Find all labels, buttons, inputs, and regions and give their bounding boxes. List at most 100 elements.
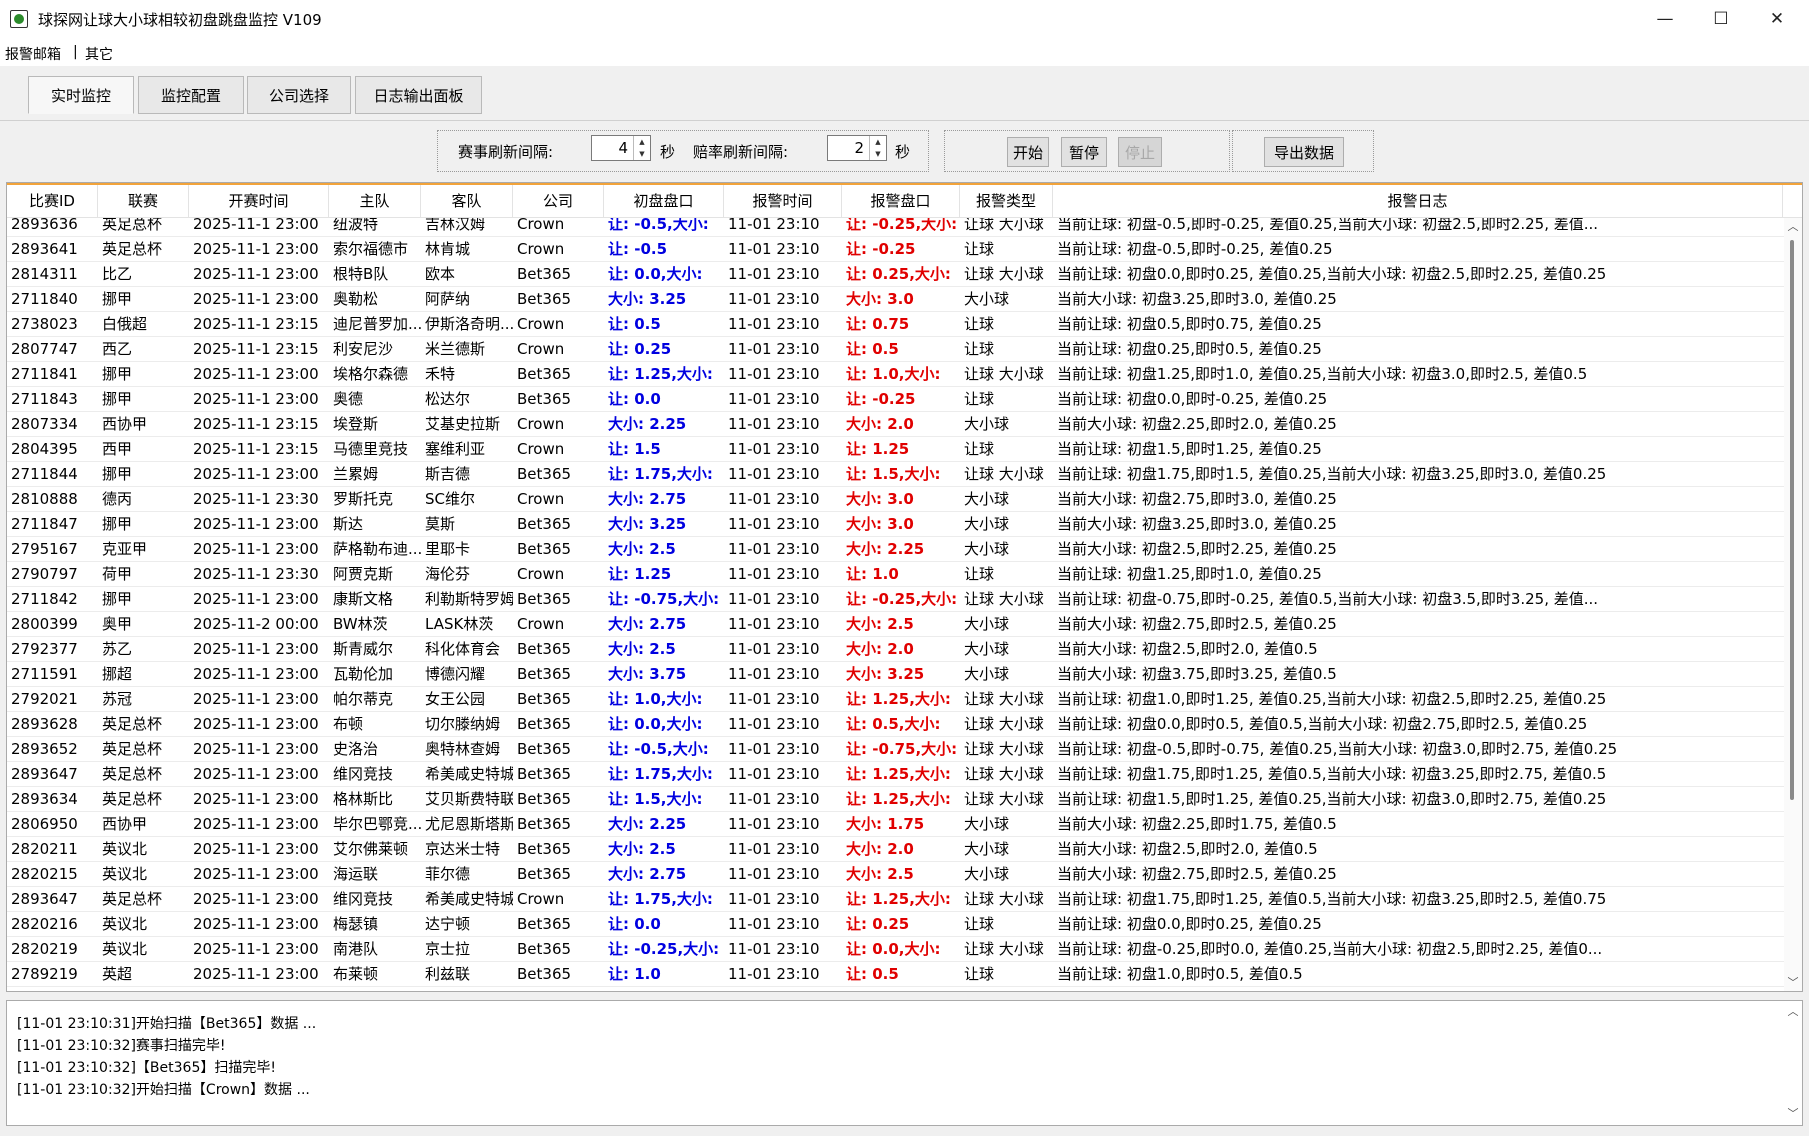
spin-up-icon[interactable]: ▲ [869, 136, 886, 148]
alarm-grid[interactable]: 比赛ID 联赛 开赛时间 主队 客队 公司 初盘盘口 报警时间 报警盘口 报警类型 报警日志 289… [6, 182, 1803, 992]
odds-refresh-spinner[interactable]: 2 ▲ ▼ [827, 135, 887, 161]
cell-home-team: 南港队 [333, 940, 379, 958]
table-row[interactable]: 2792021 苏冠 2025-11-1 23:00 帕尔蒂克 女王公园 Bet365 让:… [7, 687, 1784, 712]
column-header-match-id[interactable]: 比赛ID [7, 185, 98, 217]
table-row[interactable]: 2893641 英足总杯 2025-11-1 23:00 索尔福德市 林肯城 Crown 让… [7, 237, 1784, 262]
cell-league: 挪甲 [102, 590, 133, 608]
cell-match-id: 2711843 [11, 390, 78, 408]
pause-button[interactable]: 暂停 [1061, 137, 1107, 167]
tab-realtime-monitor[interactable]: 实时监控 [28, 76, 134, 114]
cell-alarm-odds: 让: 1.25 [846, 440, 910, 458]
table-row[interactable]: 2893647 英足总杯 2025-11-1 23:00 维冈竞技 希美咸史特城 Bet3… [7, 762, 1784, 787]
odds-refresh-label: 赔率刷新间隔: [693, 143, 789, 161]
cell-initial-odds: 让: 1.0,大小: [608, 690, 703, 708]
cell-alarm-log: 当前让球: 初盘0.25,即时0.5, 差值0.25 [1057, 340, 1322, 358]
cell-company: Crown [517, 490, 565, 508]
menu-alarm-email[interactable]: 报警邮箱 [5, 44, 61, 64]
table-row[interactable]: 2807334 西协甲 2025-11-1 23:15 埃登斯 艾基史拉斯 Crown 大小… [7, 412, 1784, 437]
menu-other[interactable]: 其它 [85, 44, 113, 64]
cell-company: Crown [517, 240, 565, 258]
cell-alarm-type: 大小球 [964, 665, 1010, 683]
cell-alarm-log: 当前让球: 初盘1.75,即时1.5, 差值0.25,当前大小球: 初盘3.25… [1057, 465, 1607, 483]
cell-start-time: 2025-11-1 23:00 [193, 540, 319, 558]
spin-up-icon[interactable]: ▲ [633, 136, 650, 148]
chevron-up-icon[interactable]: ︿ [1784, 1003, 1802, 1021]
column-header-alarm-odds[interactable]: 报警盘口 [842, 185, 960, 217]
column-header-alarm-log[interactable]: 报警日志 [1053, 185, 1783, 217]
table-row[interactable]: 2789219 英超 2025-11-1 23:00 布莱顿 利兹联 Bet365 让: 1… [7, 962, 1784, 987]
column-header-home-team[interactable]: 主队 [329, 185, 421, 217]
cell-company: Crown [517, 218, 565, 233]
cell-alarm-log: 当前让球: 初盘1.25,即时1.0, 差值0.25,当前大小球: 初盘3.0,… [1057, 365, 1588, 383]
cell-alarm-log: 当前大小球: 初盘2.75,即时2.5, 差值0.25 [1057, 865, 1337, 883]
cell-initial-odds: 让: 0.0,大小: [608, 715, 703, 733]
tab-monitor-config[interactable]: 监控配置 [138, 76, 244, 114]
table-row[interactable]: 2790797 荷甲 2025-11-1 23:30 阿贾克斯 海伦芬 Crown 让: 1… [7, 562, 1784, 587]
tab-log-panel[interactable]: 日志输出面板 [355, 76, 482, 114]
column-header-company[interactable]: 公司 [513, 185, 604, 217]
chevron-down-icon[interactable]: ﹀ [1784, 1105, 1802, 1123]
log-scrollbar[interactable]: ︿ ﹀ [1784, 1001, 1802, 1125]
maximize-button[interactable]: ☐ [1693, 0, 1749, 38]
cell-league: 西乙 [102, 340, 133, 358]
column-header-league[interactable]: 联赛 [98, 185, 189, 217]
table-row[interactable]: 2804395 西甲 2025-11-1 23:15 马德里竞技 塞维利亚 Crown 让:… [7, 437, 1784, 462]
table-row[interactable]: 2820215 英议北 2025-11-1 23:00 海运联 菲尔德 Bet365 大小:… [7, 862, 1784, 887]
chevron-up-icon[interactable]: ︿ [1784, 218, 1802, 236]
minimize-button[interactable]: — [1637, 0, 1693, 38]
table-row[interactable]: 2893634 英足总杯 2025-11-1 23:00 格林斯比 艾贝斯费特联 Bet3… [7, 787, 1784, 812]
log-panel[interactable]: [11-01 23:10:31]开始扫描【Bet365】数据 ... [11-0… [6, 1000, 1803, 1126]
grid-body[interactable]: 2893636 英足总杯 2025-11-1 23:00 纽波特 吉林汉姆 Crown 让:… [7, 218, 1784, 991]
table-row[interactable]: 2711841 挪甲 2025-11-1 23:00 埃格尔森德 禾特 Bet365 让: … [7, 362, 1784, 387]
table-row[interactable]: 2795167 克亚甲 2025-11-1 23:00 萨格勒布迪... 里耶卡 Bet3… [7, 537, 1784, 562]
column-header-alarm-time[interactable]: 报警时间 [724, 185, 842, 217]
cell-away-team: 莫斯 [425, 515, 456, 533]
table-row[interactable]: 2893652 英足总杯 2025-11-1 23:00 史洛治 奥特林查姆 Bet365… [7, 737, 1784, 762]
table-row[interactable]: 2820211 英议北 2025-11-1 23:00 艾尔佛莱顿 京达米士特 Bet36… [7, 837, 1784, 862]
table-row[interactable]: 2711847 挪甲 2025-11-1 23:00 斯达 莫斯 Bet365 大小: 3.… [7, 512, 1784, 537]
table-row[interactable]: 2893647 英足总杯 2025-11-1 23:00 维冈竞技 希美咸史特城 Crow… [7, 887, 1784, 912]
cell-home-team: 索尔福德市 [333, 240, 409, 258]
cell-league: 挪甲 [102, 390, 133, 408]
table-row[interactable]: 2814311 比乙 2025-11-1 23:00 根特B队 欧本 Bet365 让: 0… [7, 262, 1784, 287]
stop-button[interactable]: 停止 [1118, 137, 1162, 167]
grid-scrollbar[interactable]: ︿ ﹀ [1784, 218, 1802, 991]
cell-alarm-type: 让球 [964, 440, 995, 458]
cell-alarm-odds: 让: 0.5 [846, 340, 899, 358]
scroll-thumb[interactable] [1790, 240, 1794, 800]
table-row[interactable]: 2800399 奥甲 2025-11-2 00:00 BW林茨 LASK林茨 Crown 大… [7, 612, 1784, 637]
start-button[interactable]: 开始 [1007, 137, 1049, 167]
table-row[interactable]: 2893636 英足总杯 2025-11-1 23:00 纽波特 吉林汉姆 Crown 让:… [7, 218, 1784, 237]
chevron-down-icon[interactable]: ﹀ [1784, 974, 1802, 991]
cell-start-time: 2025-11-1 23:15 [193, 440, 319, 458]
cell-company: Bet365 [517, 265, 572, 283]
column-header-initial-odds[interactable]: 初盘盘口 [604, 185, 724, 217]
cell-match-id: 2893634 [11, 790, 78, 808]
cell-alarm-time: 11-01 23:10 [728, 665, 820, 683]
column-header-alarm-type[interactable]: 报警类型 [960, 185, 1053, 217]
column-header-start-time[interactable]: 开赛时间 [189, 185, 329, 217]
column-header-away-team[interactable]: 客队 [421, 185, 513, 217]
table-row[interactable]: 2711591 挪超 2025-11-1 23:00 瓦勒伦加 博德闪耀 Bet365 大小… [7, 662, 1784, 687]
close-button[interactable]: ✕ [1749, 0, 1805, 38]
table-row[interactable]: 2711842 挪甲 2025-11-1 23:00 康斯文格 利勒斯特罗姆 Bet365… [7, 587, 1784, 612]
table-row[interactable]: 2806950 西协甲 2025-11-1 23:00 毕尔巴鄂竞... 尤尼恩斯塔斯 B… [7, 812, 1784, 837]
table-row[interactable]: 2738023 白俄超 2025-11-1 23:15 迪尼普罗加... 伊斯洛奇明..… [7, 312, 1784, 337]
table-row[interactable]: 2810888 德丙 2025-11-1 23:30 罗斯托克 SC维尔 Crown 大小:… [7, 487, 1784, 512]
tab-company-select[interactable]: 公司选择 [247, 76, 351, 114]
spin-down-icon[interactable]: ▼ [633, 148, 650, 160]
table-row[interactable]: 2711844 挪甲 2025-11-1 23:00 兰累姆 斯吉德 Bet365 让: 1… [7, 462, 1784, 487]
table-row[interactable]: 2807747 西乙 2025-11-1 23:15 利安尼沙 米兰德斯 Crown 让: … [7, 337, 1784, 362]
table-row[interactable]: 2820216 英议北 2025-11-1 23:00 梅瑟镇 达宁顿 Bet365 让: … [7, 912, 1784, 937]
cell-match-id: 2800399 [11, 615, 78, 633]
table-row[interactable]: 2711843 挪甲 2025-11-1 23:00 奥德 松达尔 Bet365 让: 0.… [7, 387, 1784, 412]
spin-down-icon[interactable]: ▼ [869, 148, 886, 160]
table-row[interactable]: 2820219 英议北 2025-11-1 23:00 南港队 京士拉 Bet365 让: … [7, 937, 1784, 962]
table-row[interactable]: 2792377 苏乙 2025-11-1 23:00 斯青威尔 科化体育会 Bet365 大… [7, 637, 1784, 662]
table-row[interactable]: 2893628 英足总杯 2025-11-1 23:00 布顿 切尔滕纳姆 Bet365 让… [7, 712, 1784, 737]
cell-alarm-type: 大小球 [964, 540, 1010, 558]
export-data-button[interactable]: 导出数据 [1264, 137, 1344, 167]
table-row[interactable]: 2711840 挪甲 2025-11-1 23:00 奥勒松 阿萨纳 Bet365 大小: … [7, 287, 1784, 312]
cell-away-team: 欧本 [425, 265, 456, 283]
match-refresh-spinner[interactable]: 4 ▲ ▼ [591, 135, 651, 161]
